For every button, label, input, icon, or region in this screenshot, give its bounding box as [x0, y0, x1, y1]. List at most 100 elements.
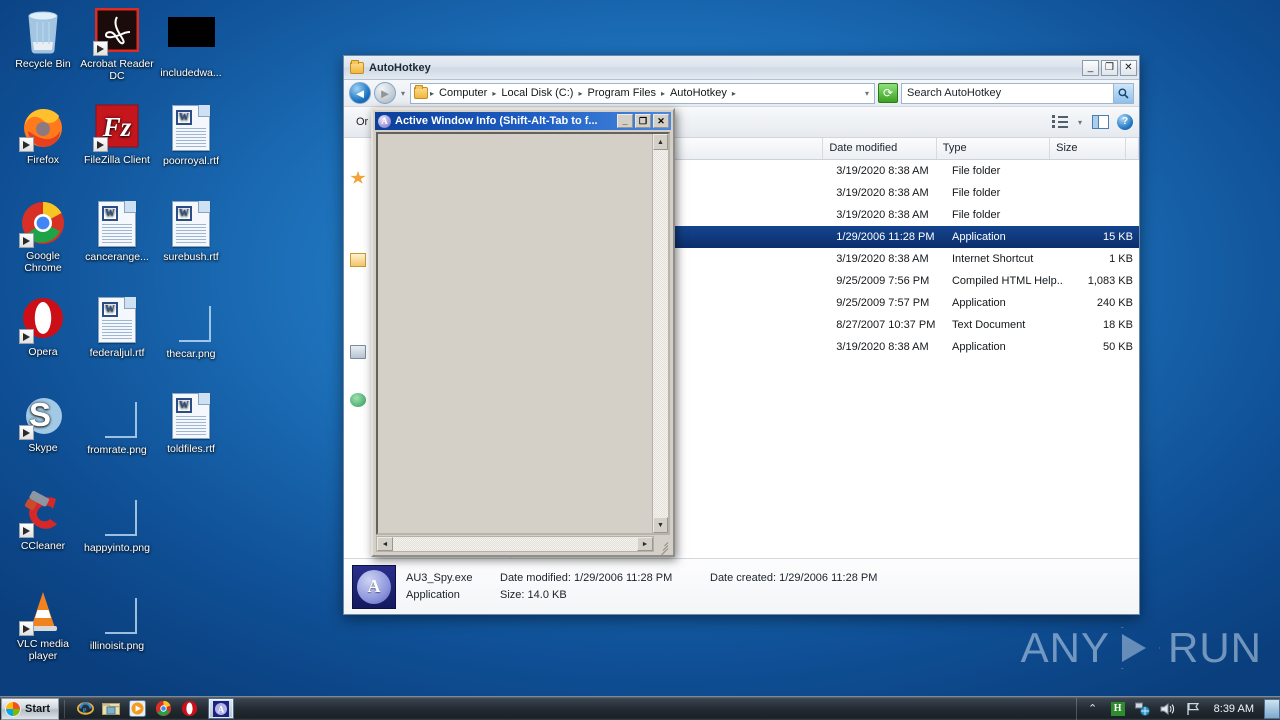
recent-pages-icon[interactable]: ▾ — [399, 89, 407, 98]
desktop-icon-skype[interactable]: S Skype — [6, 392, 80, 455]
maximize-button[interactable]: ❐ — [1101, 59, 1118, 76]
library-icon — [350, 253, 366, 267]
chrome-icon[interactable] — [154, 700, 172, 718]
horizontal-scroll-track[interactable] — [393, 537, 637, 551]
media-player-icon[interactable] — [128, 700, 146, 718]
desktop-icon-surebush-rtf[interactable]: Wsurebush.rtf — [154, 200, 228, 264]
forward-button[interactable]: ► — [374, 82, 396, 104]
window-controls: _ ❐ ✕ — [1082, 59, 1137, 76]
breadcrumb-item-local-disk[interactable]: Local Disk (C:) — [498, 86, 576, 100]
acrobat-icon — [93, 7, 141, 56]
volume-icon[interactable] — [1160, 701, 1176, 717]
desktop[interactable]: Recycle Bin Acrobat Reader DC includedwa..… — [0, 0, 1280, 720]
show-desktop-button[interactable] — [1264, 698, 1280, 719]
help-icon[interactable]: ? — [1117, 114, 1133, 130]
scroll-left-button[interactable]: ◄ — [377, 537, 393, 551]
ahk-vertical-scrollbar[interactable]: ▲ ▼ — [652, 134, 668, 533]
column-header-date-modified[interactable]: Date modified — [823, 138, 937, 159]
cell-date: 3/19/2020 8:38 AM — [836, 187, 929, 199]
rtf-doc-icon: W — [167, 201, 215, 249]
filezilla-icon: Fz — [93, 104, 141, 152]
desktop-icon-label: Skype — [28, 442, 58, 454]
explorer-title-bar[interactable]: AutoHotkey _ ❐ ✕ — [344, 56, 1139, 80]
breadcrumb-item-program-files[interactable]: Program Files — [584, 86, 658, 100]
breadcrumb-sep-1[interactable]: ▸ — [491, 89, 497, 98]
breadcrumb-item-autohotkey[interactable]: AutoHotkey — [667, 86, 730, 100]
desktop-icon-toldfiles-rtf[interactable]: Wtoldfiles.rtf — [154, 392, 228, 456]
breadcrumb-sep-4[interactable]: ▸ — [731, 89, 737, 98]
column-header-type[interactable]: Type — [937, 138, 1051, 159]
vertical-scroll-track[interactable] — [653, 150, 668, 517]
desktop-icon-happyinto-png[interactable]: happyinto.png — [80, 490, 154, 555]
breadcrumb-folder-icon — [414, 85, 429, 99]
close-button[interactable]: ✕ — [1120, 59, 1137, 76]
ahk-close-button[interactable]: ✕ — [653, 114, 669, 128]
start-button[interactable]: Start — [1, 697, 60, 720]
ahk-maximize-button[interactable]: ❐ — [635, 114, 651, 128]
taskbar-button-autohotkey[interactable]: A — [208, 698, 235, 719]
back-button[interactable]: ◄ — [349, 82, 371, 104]
desktop-icon-label: Google Chrome — [24, 250, 62, 274]
network-icon — [350, 393, 366, 407]
ahk-horizontal-scrollbar[interactable]: ◄ ► — [376, 536, 654, 552]
desktop-icon-thecar-png[interactable]: thecar.png — [154, 296, 228, 361]
play-triangle-icon — [1116, 625, 1162, 671]
view-chevron-down-icon[interactable]: ▾ — [1076, 118, 1084, 127]
action-center-flag-icon[interactable] — [1185, 701, 1201, 717]
show-hidden-icons-icon[interactable]: ⌃ — [1085, 701, 1101, 717]
search-input[interactable]: Search AutoHotkey — [901, 82, 1134, 104]
taskbar[interactable]: Start e A ⌃ H 8:39 AM — [0, 696, 1280, 720]
resize-grip[interactable] — [654, 536, 670, 556]
breadcrumb[interactable]: ▸ Computer ▸ Local Disk (C:) ▸ Program F… — [410, 82, 875, 104]
scroll-up-button[interactable]: ▲ — [653, 134, 668, 150]
chevron-down-icon[interactable]: ▾ — [863, 89, 871, 98]
desktop-icon-firefox[interactable]: Firefox — [6, 104, 80, 167]
refresh-button[interactable]: ⟳ — [878, 83, 898, 103]
minimize-button[interactable]: _ — [1082, 59, 1099, 76]
details-size-value: 14.0 KB — [527, 588, 567, 601]
desktop-icon-label: Firefox — [26, 154, 60, 166]
column-header-size[interactable]: Size — [1050, 138, 1127, 159]
breadcrumb-sep-2[interactable]: ▸ — [577, 89, 583, 98]
desktop-icon-google-chrome[interactable]: Google Chrome — [6, 200, 80, 274]
taskbar-clock[interactable]: 8:39 AM — [1210, 703, 1258, 715]
star-icon — [350, 171, 366, 184]
network-icon[interactable] — [1135, 701, 1151, 717]
search-icon[interactable] — [1113, 83, 1133, 103]
desktop-icon-label: poorroyal.rtf — [162, 155, 220, 167]
internet-explorer-icon[interactable]: e — [76, 700, 94, 718]
preview-pane-icon[interactable] — [1092, 115, 1109, 129]
hotkey-tray-icon[interactable]: H — [1110, 701, 1126, 717]
desktop-icon-ccleaner[interactable]: CCleaner — [6, 490, 80, 553]
cell-size: 15 KB — [1103, 231, 1133, 243]
desktop-icon-fromrate-png[interactable]: fromrate.png — [80, 392, 154, 457]
ahk-dialog-title-bar[interactable]: A Active Window Info (Shift-Alt-Tab to f… — [375, 112, 671, 130]
ahk-minimize-button[interactable]: _ — [617, 114, 633, 128]
desktop-icon-illinoisit-png[interactable]: illinoisit.png — [80, 588, 154, 653]
scroll-right-button[interactable]: ► — [637, 537, 653, 551]
desktop-icon-cancerange[interactable]: Wcancerange... — [80, 200, 154, 264]
desktop-icon-vlc-media-player[interactable]: VLC media player — [6, 588, 80, 662]
ahk-dialog-client: ▲ ▼ ◄ ► — [376, 132, 670, 556]
breadcrumb-item-computer[interactable]: Computer — [436, 86, 490, 100]
desktop-icon-acrobat-reader-dc[interactable]: Acrobat Reader DC — [80, 7, 154, 82]
desktop-icon-poorroyal-rtf[interactable]: Wpoorroyal.rtf — [154, 104, 228, 168]
cell-size: 18 KB — [1103, 319, 1133, 331]
desktop-icon-federaljul-rtf[interactable]: Wfederaljul.rtf — [80, 296, 154, 360]
autohotkey-icon: A — [378, 114, 391, 128]
desktop-icon-includedwa[interactable]: includedwa... — [154, 8, 228, 80]
breadcrumb-sep-3[interactable]: ▸ — [660, 89, 666, 98]
opera-icon[interactable] — [180, 700, 198, 718]
autohotkey-logo-icon: A — [357, 569, 391, 604]
windows-explorer-icon[interactable] — [102, 700, 121, 718]
change-view-icon[interactable] — [1051, 115, 1068, 129]
active-window-info-dialog[interactable]: A Active Window Info (Shift-Alt-Tab to f… — [371, 108, 675, 557]
rtf-doc-icon: W — [93, 297, 141, 345]
desktop-icon-filezilla-client[interactable]: Fz FileZilla Client — [80, 104, 154, 167]
desktop-icon-recycle-bin[interactable]: Recycle Bin — [6, 8, 80, 71]
desktop-icon-opera[interactable]: Opera — [6, 296, 80, 359]
breadcrumb-sep-0[interactable]: ▸ — [429, 89, 435, 98]
desktop-icon-label: thecar.png — [166, 348, 216, 360]
ahk-info-textarea[interactable] — [378, 134, 652, 533]
scroll-down-button[interactable]: ▼ — [653, 517, 668, 533]
